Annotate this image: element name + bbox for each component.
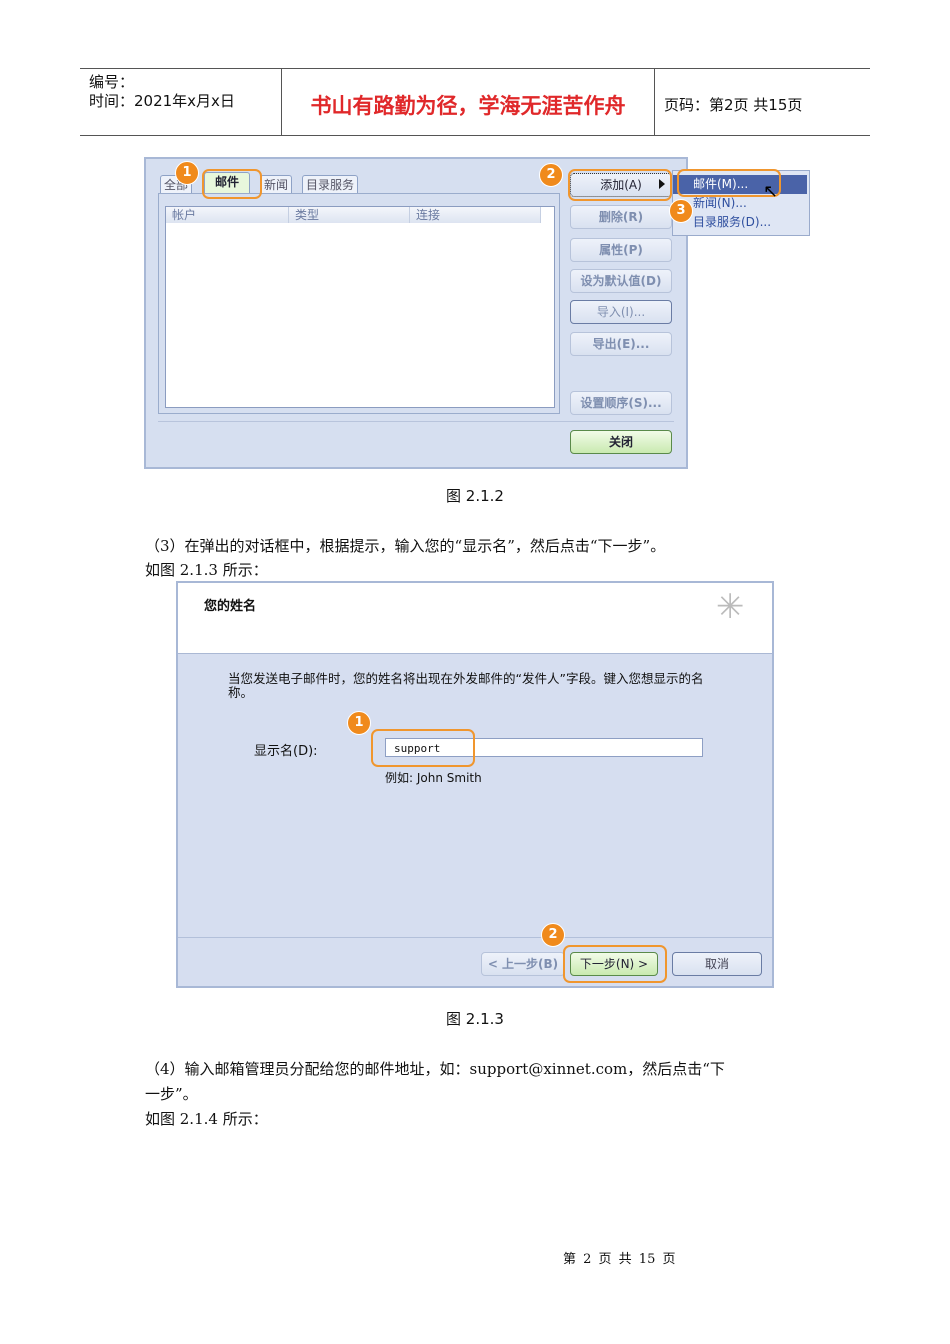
figure-caption: 图 2.1.2 bbox=[446, 487, 504, 505]
page-footer: 第 2 页 共 15 页 bbox=[563, 1252, 676, 1267]
column-connection[interactable]: 连接 bbox=[410, 207, 541, 223]
import-button[interactable]: 导入(I)... bbox=[570, 300, 672, 324]
name-wizard-screenshot: 您的姓名 ✳ 当您发送电子邮件时，您的姓名将出现在外发邮件的“发件人”字段。键入… bbox=[176, 581, 774, 988]
add-submenu: 邮件(M)... 新闻(N)... 目录服务(D)... 3 ↖ bbox=[669, 169, 810, 236]
remove-button[interactable]: 删除(R) bbox=[570, 205, 672, 229]
header-divider bbox=[654, 68, 655, 136]
step-badge-1: 1 bbox=[347, 711, 371, 735]
set-order-button[interactable]: 设置顺序(S)... bbox=[570, 391, 672, 415]
header-bottom-border bbox=[80, 135, 870, 136]
tab-directory[interactable]: 目录服务 bbox=[302, 175, 359, 194]
account-list[interactable]: 帐户 类型 连接 bbox=[165, 206, 555, 408]
doc-time: 时间：2021年x月x日 bbox=[89, 92, 235, 110]
separator bbox=[178, 937, 772, 938]
menu-item-directory[interactable]: 目录服务(D)... bbox=[673, 213, 827, 232]
wizard-header: 您的姓名 ✳ bbox=[178, 583, 772, 654]
step4-text: （4）输入邮箱管理员分配给您的邮件地址，如：support@xinnet.com… bbox=[145, 1060, 725, 1078]
figure-caption: 图 2.1.3 bbox=[446, 1010, 504, 1028]
export-button[interactable]: 导出(E)... bbox=[570, 332, 672, 356]
account-dialog-screenshot: 全部 邮件 新闻 目录服务 帐户 类型 连接 添加(A) 删除(R) 属性(P)… bbox=[144, 157, 688, 469]
step-badge-2: 2 bbox=[539, 163, 563, 187]
step-badge-1: 1 bbox=[175, 161, 199, 185]
example-text: 例如: John Smith bbox=[385, 771, 482, 785]
step4-ref: 如图 2.1.4 所示： bbox=[145, 1110, 268, 1128]
step-badge-2: 2 bbox=[541, 923, 565, 947]
set-default-button[interactable]: 设为默认值(D) bbox=[570, 269, 672, 293]
doc-number-label: 编号： bbox=[89, 73, 135, 91]
cursor-icon: ↖ bbox=[763, 181, 779, 202]
step4-text-cont: 一步”。 bbox=[145, 1085, 198, 1103]
display-name-label: 显示名(D): bbox=[254, 744, 318, 759]
wizard-title: 您的姓名 bbox=[204, 599, 257, 614]
tab-news[interactable]: 新闻 bbox=[260, 175, 293, 194]
step3-text: （3）在弹出的对话框中，根据提示，输入您的“显示名”，然后点击“下一步”。 bbox=[145, 537, 666, 555]
close-button[interactable]: 关闭 bbox=[570, 430, 672, 454]
header-motto: 书山有路勤为径，学海无涯苦作舟 bbox=[310, 93, 626, 118]
cancel-button[interactable]: 取消 bbox=[672, 952, 762, 976]
wizard-description: 当您发送电子邮件时，您的姓名将出现在外发邮件的“发件人”字段。键入您想显示的名称… bbox=[228, 671, 704, 700]
document-page: 编号： 时间：2021年x月x日 书山有路勤为径，学海无涯苦作舟 页码：第2页 … bbox=[0, 0, 950, 1344]
properties-button[interactable]: 属性(P) bbox=[570, 238, 672, 262]
highlight-input bbox=[371, 729, 475, 767]
header-top-border bbox=[80, 68, 870, 69]
step3-ref: 如图 2.1.3 所示： bbox=[145, 561, 268, 579]
highlight-add-button bbox=[568, 169, 672, 201]
column-type[interactable]: 类型 bbox=[289, 207, 410, 223]
back-button[interactable]: < 上一步(B) bbox=[481, 952, 565, 976]
step-badge-3: 3 bbox=[669, 199, 693, 223]
tab-panel: 帐户 类型 连接 bbox=[158, 193, 560, 414]
column-account[interactable]: 帐户 bbox=[166, 207, 289, 223]
highlight-mail-tab bbox=[202, 169, 262, 199]
separator bbox=[158, 421, 674, 422]
highlight-next bbox=[563, 945, 667, 983]
page-info: 页码：第2页 共15页 bbox=[664, 96, 803, 114]
wizard-cursor-icon: ✳ bbox=[716, 587, 745, 627]
